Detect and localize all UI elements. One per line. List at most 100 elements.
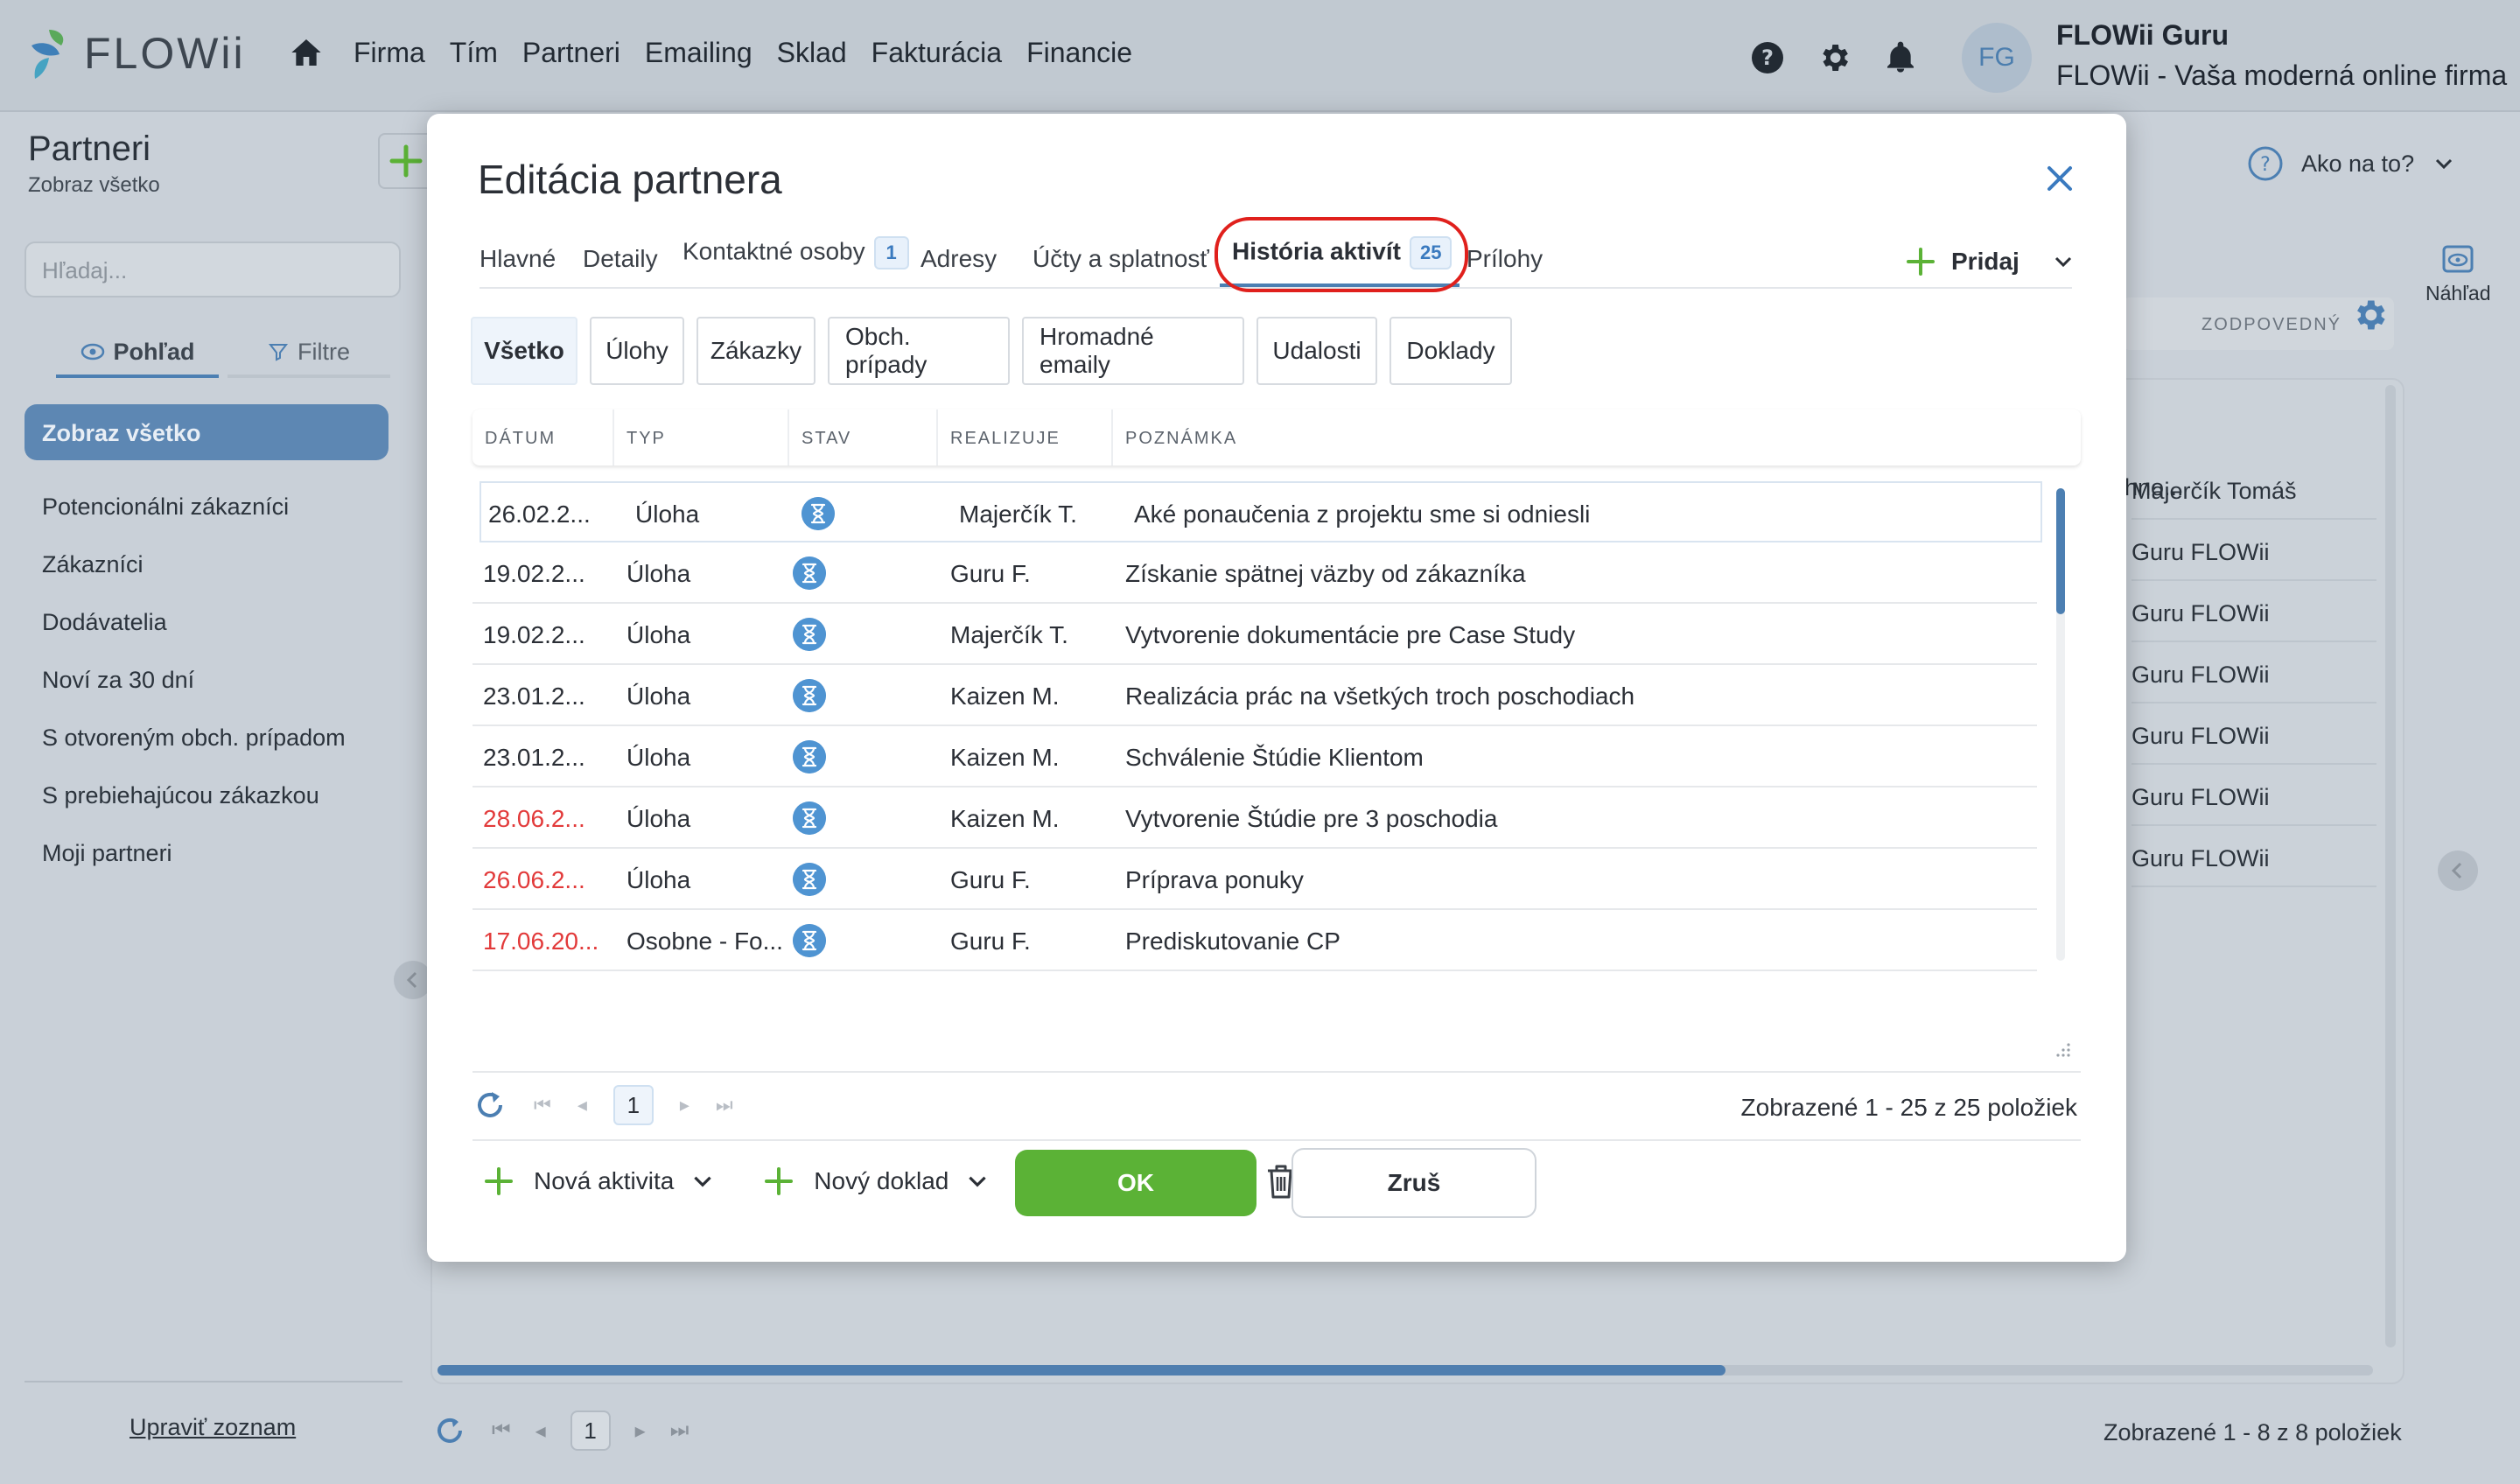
column-header-assignee[interactable]: REALIZUJE [950,429,1060,449]
tab-detaily[interactable]: Detaily [583,245,658,273]
help-icon[interactable]: ? [1750,40,1785,75]
svg-text:?: ? [1761,46,1774,70]
table-row[interactable]: 19.02.2... Úloha Majerčík T. Vytvorenie dok… [472,604,2037,665]
nav-partneri[interactable]: Partneri [522,37,620,69]
tab-ucty-a-splatnost[interactable]: Účty a splatnosť [1032,245,1209,273]
tab-prilohy[interactable]: Prílohy [1466,245,1543,273]
table-row[interactable]: 17.06.20... Osobne - Fo... Guru F. Predisku… [472,910,2037,971]
table-row[interactable]: Guru FLOWii [2132,581,2376,642]
first-page-icon[interactable]: ⏮ [534,1094,551,1116]
grid-body: 26.02.2... Úloha Majerčík T. Aké ponaučenia… [472,481,2048,1068]
tab-filtre[interactable]: Filtre [228,329,390,378]
grid-scrollbar[interactable] [2056,488,2065,961]
filter-deals-button[interactable]: Obch. prípady [828,317,1010,385]
table-row[interactable]: 19.02.2... Úloha Guru F. Získanie spätnej v… [472,542,2037,604]
nav-fakturacia[interactable]: Fakturácia [872,37,1002,69]
filter-tasks-button[interactable]: Úlohy [590,317,684,385]
nav-sklad[interactable]: Sklad [777,37,847,69]
table-row[interactable]: 28.06.2... Úloha Kaizen M. Vytvorenie Štúdi… [472,788,2037,849]
column-settings-gear-icon[interactable] [2350,296,2389,334]
nav-financie[interactable]: Financie [1026,37,1132,69]
filter-all-button[interactable]: Všetko [471,317,578,385]
user-avatar[interactable]: FG [1962,23,2032,93]
row-type: Úloha [626,805,691,832]
sidebar-item[interactable]: Zákazníci [42,551,346,609]
svg-text:?: ? [2260,154,2271,176]
gear-icon[interactable] [1816,40,1852,75]
filter-orders-button[interactable]: Zákazky [696,317,816,385]
page-number[interactable]: 1 [570,1410,611,1451]
table-row[interactable]: Guru FLOWii [2132,520,2376,581]
filter-bulk-emails-button[interactable]: Hromadné emaily [1022,317,1244,385]
table-row[interactable]: 26.02.2... Úloha Majerčík T. Aké ponaučenia… [480,481,2042,542]
row-date: 19.02.2... [483,560,585,587]
tab-kontaktne-osoby[interactable]: Kontaktné osoby 1 [682,236,909,270]
grid-header: DÁTUM TYP STAV REALIZUJE POZNÁMKA [472,410,2081,466]
horizontal-scroll-thumb[interactable] [438,1365,1726,1376]
last-page-icon[interactable]: ⏭ [670,1418,690,1443]
new-activity-button[interactable]: Nová aktivita [480,1162,716,1200]
table-row[interactable]: 23.01.2... Úloha Kaizen M. Realizácia prác … [472,665,2037,726]
column-header-status[interactable]: STAV [802,429,851,449]
vertical-scrollbar[interactable] [2385,385,2396,1348]
tab-adresy[interactable]: Adresy [920,245,997,273]
add-dropdown-button[interactable]: Pridaj [1906,247,2076,276]
sidebar-item[interactable]: S prebiehajúcou zákazkou [42,782,346,840]
column-header-type[interactable]: TYP [626,429,666,449]
sidebar-item[interactable]: Moji partneri [42,840,346,898]
row-date: 19.02.2... [483,621,585,648]
table-row[interactable]: Guru FLOWii [2132,765,2376,826]
preview-icon [2442,245,2474,273]
home-icon[interactable] [289,35,324,70]
prev-page-icon[interactable]: ◂ [578,1094,587,1116]
table-row[interactable]: 26.06.2... Úloha Guru F. Príprava ponuky [472,849,2037,910]
refresh-icon[interactable] [472,1088,508,1123]
preview-toggle[interactable]: Náhľad [2426,242,2490,305]
table-row[interactable]: Guru FLOWii [2132,826,2376,887]
table-row[interactable]: Guru FLOWii [2132,704,2376,765]
next-page-icon[interactable]: ▸ [680,1094,690,1116]
horizontal-scrollbar[interactable] [438,1365,2373,1376]
nav-emailing[interactable]: Emailing [645,37,752,69]
row-note: Realizácia prác na všetkých troch poscho… [1125,682,1635,710]
bell-icon[interactable] [1883,40,1918,75]
tab-pohlad[interactable]: Pohľad [56,329,219,378]
cancel-button[interactable]: Zruš [1292,1148,1536,1218]
table-row[interactable]: Guru FLOWii [2132,642,2376,704]
table-row[interactable]: 23.01.2... Úloha Kaizen M. Schválenie Štúdi… [472,726,2037,788]
row-assignee: Kaizen M. [950,744,1060,771]
help-link[interactable]: ? Ako na to? [2247,145,2456,182]
new-document-button[interactable]: Nový doklad [760,1162,990,1200]
nav-tim[interactable]: Tím [450,37,498,69]
brand-logo[interactable]: FLOWii [26,26,246,80]
add-partner-button[interactable] [378,133,434,189]
next-page-icon[interactable]: ▸ [635,1418,646,1444]
ok-button[interactable]: OK [1015,1150,1256,1216]
sidebar-item[interactable]: Potencionálni zákazníci [42,494,346,551]
column-header-date[interactable]: DÁTUM [485,429,556,449]
filter-documents-button[interactable]: Doklady [1390,317,1512,385]
sidebar-item[interactable]: S otvoreným obch. prípadom [42,724,346,782]
prev-page-icon[interactable]: ◂ [536,1418,546,1444]
sidebar-search-input[interactable]: Hľadaj... [24,242,401,298]
table-row[interactable]: Majerčík Tomáš [2132,458,2376,520]
first-page-icon[interactable]: ⏮ [492,1418,511,1443]
nav-firma[interactable]: Firma [354,37,425,69]
row-assignee: Majerčík T. [950,621,1068,648]
expand-right-button[interactable] [2438,850,2478,891]
resize-handle-icon[interactable] [2053,1040,2072,1059]
grid-scroll-thumb[interactable] [2056,488,2065,614]
edit-list-link[interactable]: Upraviť zoznam [130,1414,296,1441]
last-page-icon[interactable]: ⏭ [716,1094,733,1116]
sidebar-item[interactable]: Dodávatelia [42,609,346,667]
sidebar-item[interactable]: Noví za 30 dní [42,667,346,724]
tab-hlavne[interactable]: Hlavné [480,245,556,273]
page-number[interactable]: 1 [612,1085,654,1125]
help-label: Ako na to? [2301,150,2415,177]
filter-events-button[interactable]: Udalosti [1256,317,1377,385]
refresh-icon[interactable] [432,1413,467,1448]
plus-icon [485,1167,513,1195]
sidebar-item-show-all[interactable]: Zobraz všetko [24,404,388,460]
close-icon[interactable] [2042,161,2077,196]
column-header-note[interactable]: POZNÁMKA [1125,429,1237,449]
